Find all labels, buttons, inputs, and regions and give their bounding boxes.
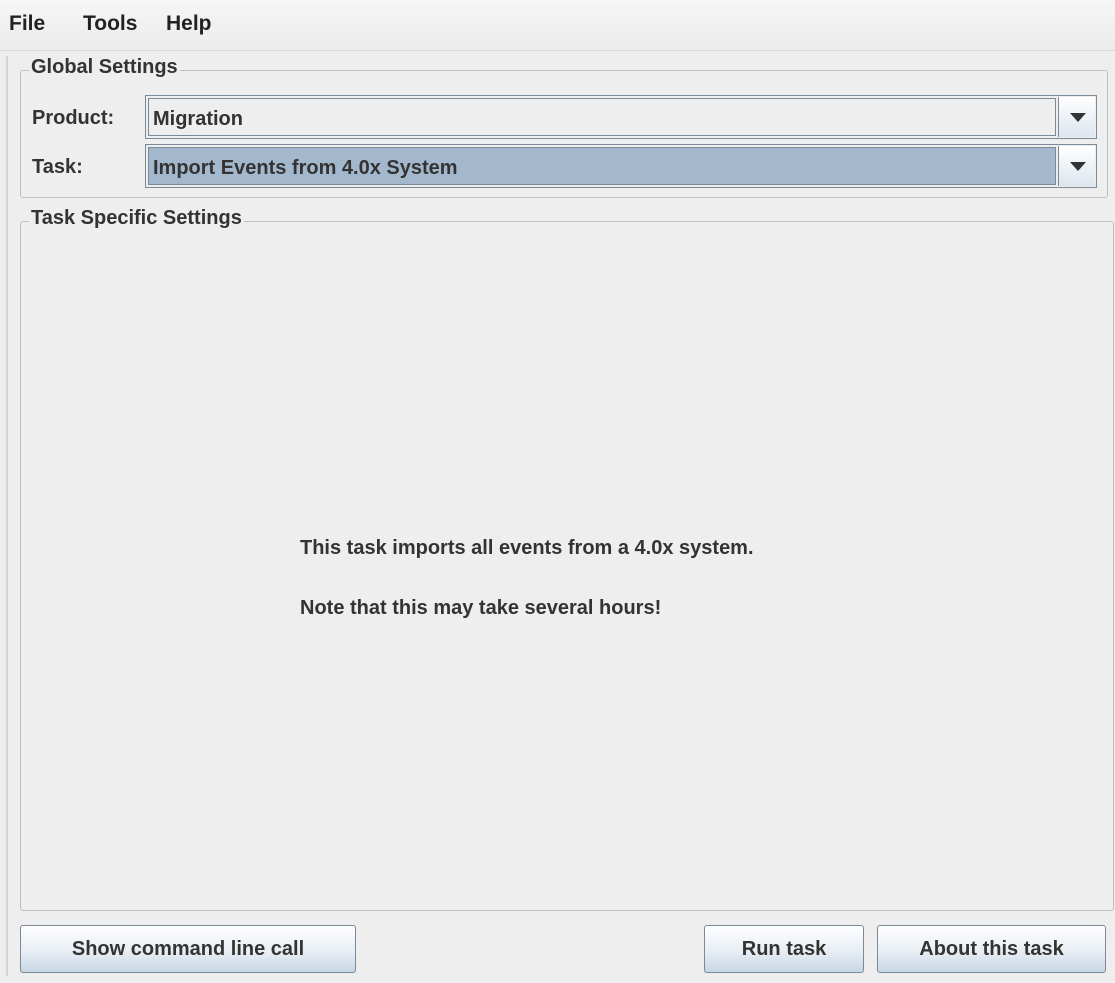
product-label: Product: bbox=[32, 107, 115, 129]
application-window: File Tools Help Global Settings Product:… bbox=[0, 0, 1115, 983]
task-label: Task: bbox=[32, 156, 83, 178]
global-settings-title: Global Settings bbox=[29, 56, 180, 79]
task-description-line-1: This task imports all events from a 4.0x… bbox=[300, 537, 754, 559]
task-description-line-2: Note that this may take several hours! bbox=[300, 597, 662, 619]
chevron-down-icon bbox=[1070, 113, 1086, 122]
menu-bar: File Tools Help bbox=[0, 0, 1115, 51]
menu-help[interactable]: Help bbox=[166, 12, 212, 36]
menu-file[interactable]: File bbox=[9, 12, 45, 36]
task-select[interactable]: Import Events from 4.0x System bbox=[145, 144, 1097, 188]
task-specific-settings-group: Task Specific Settings bbox=[20, 207, 1114, 911]
task-select-value-box: Import Events from 4.0x System bbox=[148, 147, 1056, 185]
task-select-value: Import Events from 4.0x System bbox=[153, 157, 458, 179]
product-select-value-box: Migration bbox=[148, 98, 1056, 136]
show-command-line-call-button[interactable]: Show command line call bbox=[20, 925, 356, 973]
task-dropdown-button[interactable] bbox=[1058, 146, 1095, 186]
chevron-down-icon bbox=[1070, 162, 1086, 171]
about-this-task-button[interactable]: About this task bbox=[877, 925, 1106, 973]
product-select[interactable]: Migration bbox=[145, 95, 1097, 139]
menu-tools[interactable]: Tools bbox=[83, 12, 137, 36]
task-specific-settings-title: Task Specific Settings bbox=[29, 207, 244, 230]
product-dropdown-button[interactable] bbox=[1058, 97, 1095, 137]
window-left-edge bbox=[6, 56, 8, 976]
run-task-button[interactable]: Run task bbox=[704, 925, 864, 973]
product-select-value: Migration bbox=[153, 108, 243, 130]
